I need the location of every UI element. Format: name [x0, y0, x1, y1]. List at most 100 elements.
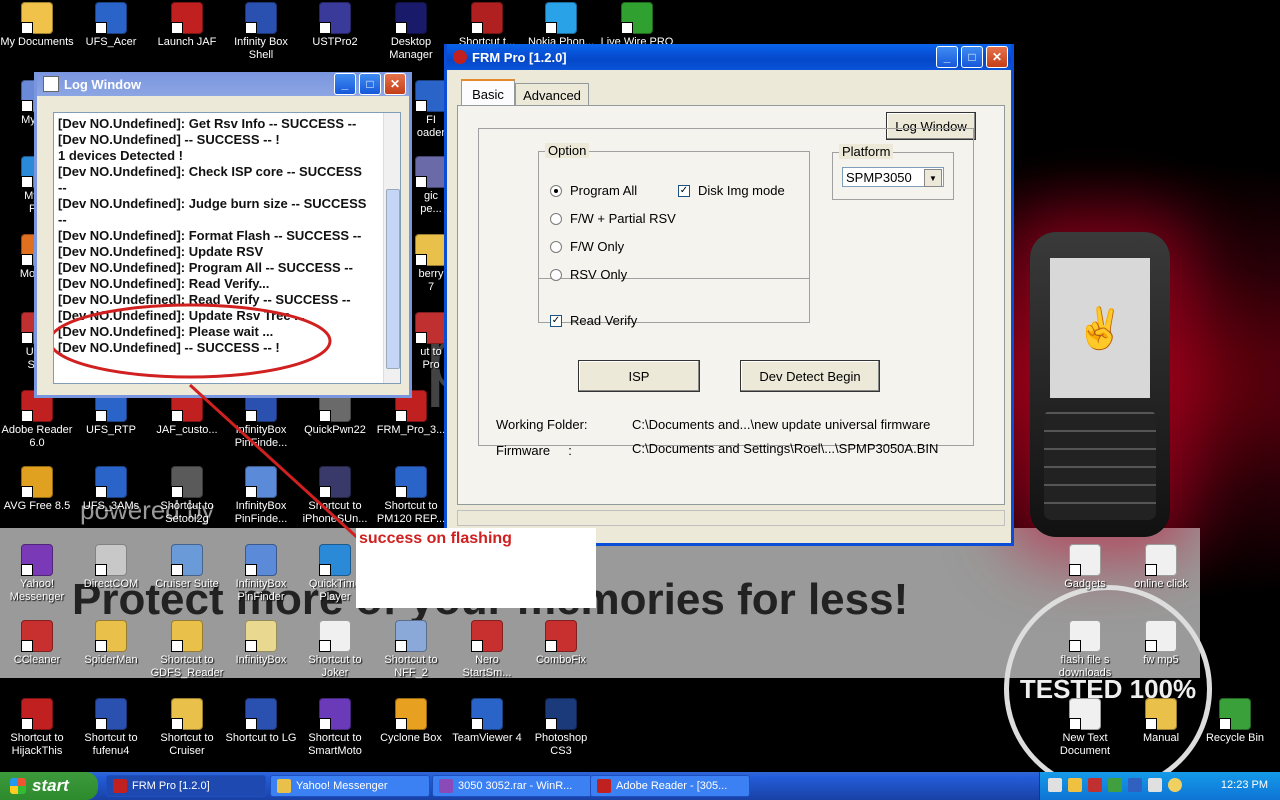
caption-box: success on flashing [356, 528, 596, 608]
radio-dot [550, 268, 562, 281]
log-window-title: Log Window [64, 76, 142, 92]
desktop-icon[interactable]: My Documents [0, 2, 74, 49]
firmware-label: Firmware : [496, 443, 572, 458]
desktop-icon-image [415, 80, 447, 112]
volume-icon[interactable] [1148, 778, 1162, 792]
desktop-icon[interactable]: Nokia Phon... [524, 2, 598, 49]
desktop-icon[interactable]: Adobe Reader 6.0 [0, 390, 74, 450]
desktop-icon-label: Adobe Reader 6.0 [1, 424, 73, 449]
desktop-icon-image [1145, 544, 1177, 576]
tray-icon[interactable] [1108, 778, 1122, 792]
desktop-icon[interactable]: AVG Free 8.5 [0, 466, 74, 513]
frm-titlebar[interactable]: FRM Pro [1.2.0] _ □ ✕ [447, 44, 1011, 70]
desktop-icon[interactable]: UFS_Acer [74, 2, 148, 49]
desktop-icon[interactable]: Shortcut to NFF_2 [374, 620, 448, 680]
desktop-icon[interactable]: New Text Document [1048, 698, 1122, 758]
desktop-icon[interactable]: SpiderMan [74, 620, 148, 667]
desktop-icon[interactable]: CCleaner [0, 620, 74, 667]
taskbar-button[interactable]: FRM Pro [1.2.0] [106, 775, 266, 797]
desktop-icon[interactable]: Live Wire PRO [600, 2, 674, 49]
maximize-button[interactable]: □ [359, 73, 381, 95]
isp-button[interactable]: ISP [578, 360, 700, 392]
desktop-icon-image [319, 698, 351, 730]
scroll-thumb[interactable] [386, 189, 400, 369]
tab-advanced[interactable]: Advanced [515, 83, 589, 106]
desktop-icon[interactable]: online click [1124, 544, 1198, 591]
desktop-icon[interactable]: TeamViewer 4 [450, 698, 524, 745]
desktop-icon[interactable]: Shortcut to Cruiser [150, 698, 224, 758]
close-button[interactable]: ✕ [986, 46, 1008, 68]
desktop-icon[interactable]: Shortcut to SmartMoto [298, 698, 372, 758]
platform-select[interactable]: SPMP3050 ▼ [842, 167, 944, 187]
radio-rsv-only[interactable]: RSV Only [550, 267, 627, 282]
radio-fw-only[interactable]: F/W Only [550, 239, 624, 254]
checkbox-disk-img-mode[interactable]: ✓ Disk Img mode [678, 183, 785, 198]
checkbox-read-verify[interactable]: ✓ Read Verify [550, 313, 637, 328]
clock[interactable]: 12:23 PM [1221, 779, 1268, 791]
maximize-button[interactable]: □ [961, 46, 983, 68]
minimize-button[interactable]: _ [334, 73, 356, 95]
tray-icon[interactable] [1088, 778, 1102, 792]
tray-icon[interactable] [1128, 778, 1142, 792]
log-window-titlebar[interactable]: Log Window _ □ ✕ [37, 72, 409, 96]
taskbar-button[interactable]: Yahoo! Messenger [270, 775, 430, 797]
desktop-icon-image [471, 698, 503, 730]
tab-basic[interactable]: Basic [461, 79, 515, 107]
minimize-button[interactable]: _ [936, 46, 958, 68]
desktop-icon[interactable]: Manual [1124, 698, 1198, 745]
annotation-arrow-line [188, 383, 362, 542]
desktop-icon[interactable]: Shortcut to HijackThis [0, 698, 74, 758]
radio-program-all[interactable]: Program All [550, 183, 637, 198]
desktop-icon[interactable]: Infinity Box Shell [224, 2, 298, 62]
tray-icon[interactable] [1068, 778, 1082, 792]
tray-icon[interactable] [1048, 778, 1062, 792]
desktop-icon[interactable]: USTPro2 [298, 2, 372, 49]
desktop-icon[interactable]: Nero StartSm... [450, 620, 524, 680]
desktop-icon[interactable]: Cyclone Box [374, 698, 448, 745]
desktop-icon[interactable]: Shortcut to LG [224, 698, 298, 745]
desktop-icon-image [415, 156, 447, 188]
desktop-icon-image [319, 620, 351, 652]
desktop-icon[interactable]: Yahoo! Messenger [0, 544, 74, 604]
taskbar-button-label: 3050 3052.rar - WinR... [458, 780, 573, 792]
desktop-icon[interactable]: Shortcut t... [450, 2, 524, 49]
desktop-icon[interactable]: fw mp5 [1124, 620, 1198, 667]
desktop-icon[interactable]: Launch JAF [150, 2, 224, 49]
checkbox-label: Read Verify [570, 313, 638, 328]
desktop-icon[interactable]: Gadgets [1048, 544, 1122, 591]
desktop-icon[interactable]: DirectCOM [74, 544, 148, 591]
desktop-icon[interactable]: Shortcut to Joker [298, 620, 372, 680]
chevron-down-icon[interactable]: ▼ [924, 169, 942, 187]
desktop-icon[interactable]: ComboFix [524, 620, 598, 667]
radio-dot [550, 240, 562, 253]
desktop-icon[interactable]: Shortcut to GDFS_Reader [150, 620, 224, 680]
desktop-icon[interactable]: Shortcut to PM120 REP... [374, 466, 448, 526]
log-window[interactable]: Log Window _ □ ✕ [Dev NO.Undefined]: Get… [34, 72, 412, 398]
radio-fw-partial-rsv[interactable]: F/W + Partial RSV [550, 211, 676, 226]
desktop-icon[interactable]: Photoshop CS3 [524, 698, 598, 758]
taskbar-button[interactable]: Adobe Reader - [305... [590, 775, 750, 797]
desktop-icon[interactable]: UFS_3AMs [74, 466, 148, 513]
log-scrollbar[interactable] [383, 113, 400, 383]
desktop-icon[interactable]: InfinityBox [224, 620, 298, 667]
log-line: [Dev NO.Undefined]: Program All -- SUCCE… [58, 260, 353, 275]
desktop-icon-image [171, 698, 203, 730]
phone-screen: ✌ [1050, 258, 1150, 398]
close-button[interactable]: ✕ [384, 73, 406, 95]
desktop-icon[interactable]: Shortcut to fufenu4 [74, 698, 148, 758]
desktop-icon-label: Manual [1142, 732, 1180, 744]
log-textarea[interactable]: [Dev NO.Undefined]: Get Rsv Info -- SUCC… [53, 112, 401, 384]
desktop-icon-image [95, 698, 127, 730]
dev-detect-begin-button[interactable]: Dev Detect Begin [740, 360, 880, 392]
desktop-icon-image [415, 312, 447, 344]
desktop-icon[interactable]: Desktop Manager [374, 2, 448, 62]
desktop-icon[interactable]: Recycle Bin [1198, 698, 1272, 745]
desktop-icon[interactable]: flash file s downloads [1048, 620, 1122, 680]
desktop-icon-image [245, 2, 277, 34]
start-button[interactable]: start [0, 772, 98, 800]
taskbar-button[interactable]: 3050 3052.rar - WinR... [432, 775, 592, 797]
frm-pro-window[interactable]: FRM Pro [1.2.0] _ □ ✕ Basic Advanced Log… [444, 44, 1014, 546]
yahoo-tray-icon[interactable] [1168, 778, 1182, 792]
desktop-icon-image [545, 2, 577, 34]
desktop-icon-image [395, 2, 427, 34]
